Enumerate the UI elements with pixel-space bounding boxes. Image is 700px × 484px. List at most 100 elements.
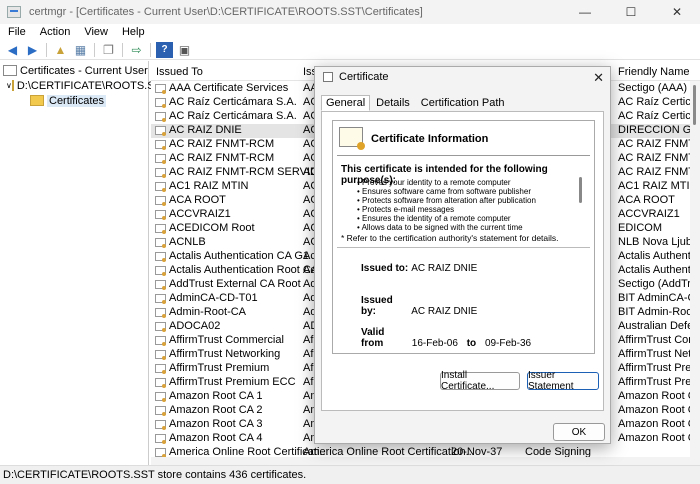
menu-action[interactable]: Action [34,26,77,38]
tree-item-certificates[interactable]: Certificates [0,93,148,108]
tree-item-root[interactable]: Certificates - Current User [0,63,148,78]
issued-to-cell: AffirmTrust Networking [155,348,280,360]
tab-general[interactable]: General [321,95,371,111]
validity-row: Valid from 16-Feb-06 to 09-Feb-36 [361,327,531,349]
horizontal-scrollbar[interactable] [151,457,700,465]
friendly-name-cell: DIRECCION GENE [618,124,700,136]
certmgr-app-icon [7,6,21,18]
certificate-icon [155,223,166,234]
issued-by-row: Issued by: AC RAIZ DNIE [361,295,477,317]
issued-to-text: AdminCA-CD-T01 [169,292,258,304]
dialog-titlebar: Certificate ✕ [315,67,610,87]
tab-details[interactable]: Details [371,95,415,111]
status-bar: D:\CERTIFICATE\ROOTS.SST store contains … [0,465,700,484]
certificate-icon [155,251,166,262]
issued-to-cell: Amazon Root CA 4 [155,432,263,444]
issued-to-cell: Admin-Root-CA [155,306,246,318]
purpose-item: Allows data to be signed with the curren… [357,223,577,232]
issued-to-cell: ACEDICOM Root [155,222,255,234]
issuer-statement-button[interactable]: Issuer Statement [527,370,599,392]
install-certificate-button[interactable]: Install Certificate... [440,370,520,392]
certificate-icon [155,195,166,206]
issued-by-cell: Af [303,376,314,388]
close-button[interactable]: ✕ [654,0,700,24]
menu-file[interactable]: File [2,26,32,38]
friendly-name-cell: AffirmTrust Prem [618,362,700,374]
issued-to-text: AC RAIZ DNIE [169,124,242,136]
certificate-store-icon [3,65,17,76]
issued-to-cell: Actalis Authentication CA G1 [155,250,309,262]
column-header-friendly-name[interactable]: Friendly Name [618,66,690,78]
friendly-name-cell: Sectigo (AddTrust [618,278,700,290]
general-tab-panel: Certificate Information This certificate… [321,111,604,411]
issued-to-cell: AffirmTrust Premium [155,362,269,374]
menu-bar: File Action View Help [0,24,700,40]
tab-certification-path[interactable]: Certification Path [416,95,510,111]
friendly-name-cell: Amazon Root CA [618,418,700,430]
maximize-button[interactable]: ☐ [608,0,654,24]
friendly-name-cell: BIT AdminCA-CD [618,292,700,304]
issued-to-text: AC RAIZ FNMT-RCM [169,152,275,164]
issued-to-row: Issued to: AC RAIZ DNIE [361,263,477,274]
issued-to-text: ACCVRAIZ1 [169,208,231,220]
forward-arrow-icon[interactable]: ▶ [24,42,41,58]
certificate-icon [155,405,166,416]
issued-to-text: ACA ROOT [169,194,226,206]
toolbar-separator [150,42,151,57]
copy-icon[interactable]: ❐ [100,42,117,58]
tree-item-label: Certificates [47,94,107,107]
back-arrow-icon[interactable]: ◀ [4,42,21,58]
dialog-close-button[interactable]: ✕ [593,70,604,86]
certificate-dialog: Certificate ✕ General Details Certificat… [314,66,611,444]
vertical-scrollbar[interactable] [690,81,700,465]
issued-to-text: Admin-Root-CA [169,306,247,318]
valid-to-label: to [466,338,477,349]
menu-help[interactable]: Help [116,26,151,38]
issued-by-cell: Af [303,334,314,346]
issued-to-text: AffirmTrust Commercial [169,334,284,346]
friendly-name-cell: NLB Nova Ljublja [618,236,700,248]
friendly-name-cell: AffirmTrust Comr [618,334,700,346]
certificate-icon [155,139,166,150]
up-folder-icon[interactable]: ▲ [52,42,69,58]
menu-view[interactable]: View [78,26,114,38]
help-icon[interactable]: ? [156,41,173,58]
tree-item-label: D:\CERTIFICATE\ROOTS.SST [16,79,169,92]
ok-button[interactable]: OK [553,423,605,441]
certificate-icon [155,307,166,318]
issued-to-value: AC RAIZ DNIE [411,263,478,274]
certificate-icon [155,83,166,94]
toolbar-separator [46,42,47,57]
purpose-list: Proves your identity to a remote compute… [357,178,577,232]
issued-to-cell: Amazon Root CA 2 [155,404,263,416]
divider [337,247,590,248]
scrollbar-thumb[interactable] [693,85,696,125]
column-header-issued-to[interactable]: Issued To [156,66,203,78]
issued-to-cell: AdminCA-CD-T01 [155,292,258,304]
friendly-name-cell: Australian Defenc [618,320,700,332]
window-titlebar: certmgr - [Certificates - Current User\D… [0,0,700,24]
tree-item-store[interactable]: ∨ D:\CERTIFICATE\ROOTS.SST [0,78,169,93]
certificate-icon [155,237,166,248]
issued-to-text: AAA Certificate Services [169,82,289,94]
properties-icon[interactable]: ▣ [176,42,193,58]
issued-to-text: AC1 RAIZ MTIN [169,180,249,192]
issued-by-label: Issued by: [361,295,393,317]
issued-to-text: Amazon Root CA 4 [169,432,263,444]
certificate-icon [155,447,166,458]
issued-to-cell: ACCVRAIZ1 [155,208,231,220]
certificate-icon [155,167,166,178]
issued-to-text: AC RAIZ FNMT-RCM [169,138,275,150]
window-controls: — ☐ ✕ [562,0,700,24]
folder-icon [11,80,14,91]
export-list-icon[interactable]: ⇨ [128,42,145,58]
purpose-scrollbar-thumb[interactable] [579,177,582,203]
certificate-icon [155,391,166,402]
issued-to-text: Actalis Authentication CA G1 [169,250,310,262]
friendly-name-cell: BIT Admin-Root- [618,306,700,318]
issued-by-cell: Af [303,348,314,360]
minimize-button[interactable]: — [562,0,608,24]
toolbar: ◀ ▶ ▲ ▦ ❐ ⇨ ? ▣ [0,40,700,60]
show-hide-tree-icon[interactable]: ▦ [72,42,89,58]
certificate-icon [155,335,166,346]
